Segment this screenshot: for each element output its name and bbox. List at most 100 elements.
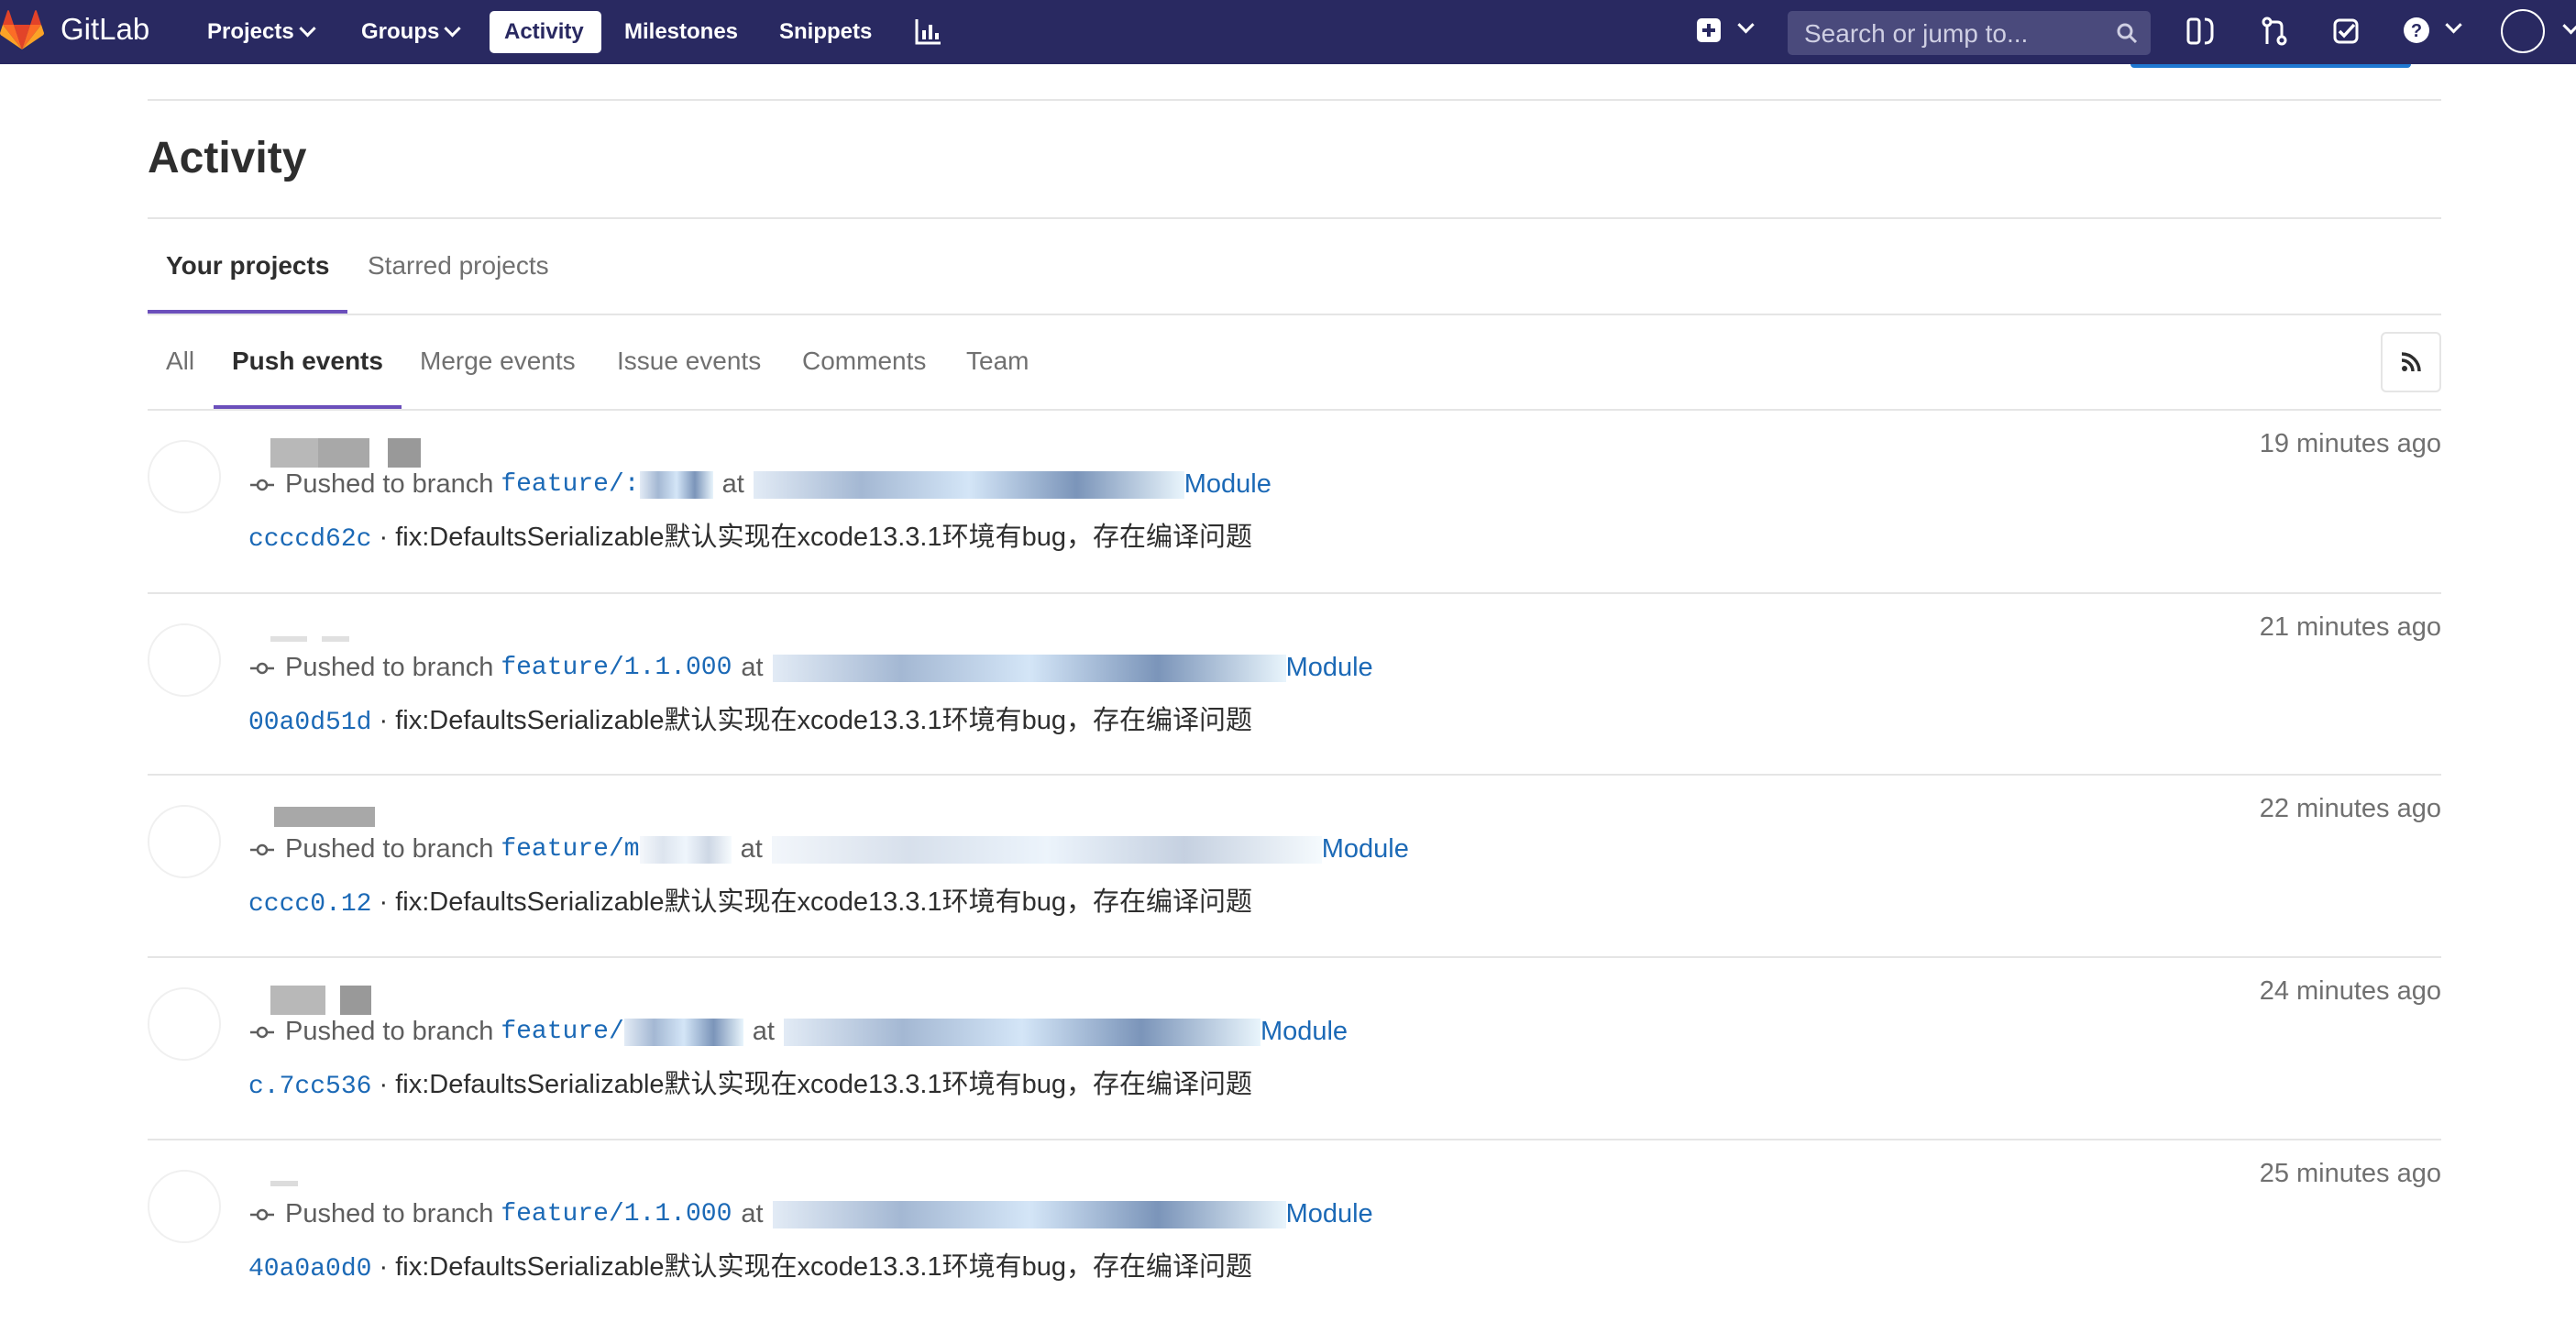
tab-starred-projects[interactable]: Starred projects	[349, 224, 567, 308]
at-label: at	[721, 469, 744, 499]
event-action: Pushed to branch	[285, 834, 494, 864]
event-action: Pushed to branch	[285, 1199, 494, 1228]
tab-push-events[interactable]: Push events	[214, 319, 402, 409]
event-action: Pushed to branch	[285, 1017, 494, 1046]
plus-square-icon	[1697, 18, 1721, 42]
chevron-down-icon	[1737, 17, 1755, 34]
commit-info: ccccd62c · fix:DefaultsSerializable默认实现在…	[248, 523, 1252, 554]
page-title: Activity	[148, 134, 307, 182]
avatar[interactable]	[148, 1170, 221, 1243]
commit-info: cccc0.12 · fix:DefaultsSerializable默认实现在…	[248, 887, 1252, 919]
branch-link[interactable]: feature/	[501, 1018, 623, 1046]
branch-link[interactable]: feature/1.1.000	[501, 1200, 732, 1228]
commit-info: c.7cc536 · fix:DefaultsSerializable默认实现在…	[248, 1070, 1252, 1101]
project-link[interactable]: Module	[1184, 469, 1271, 500]
branch-link[interactable]: feature/:	[501, 470, 639, 499]
commit-icon	[250, 662, 274, 674]
commit-message: fix:DefaultsSerializable默认实现在xcode13.3.1…	[395, 887, 1252, 917]
avatar[interactable]	[148, 805, 221, 878]
tab-all[interactable]: All	[148, 319, 213, 409]
event-time: 22 minutes ago	[2259, 794, 2441, 823]
search-box[interactable]	[1788, 11, 2151, 57]
event-row: Pushed to branch feature/ at Module c.7c…	[148, 958, 2441, 1140]
event-row: Pushed to branch feature/1.1.000 at Modu…	[148, 594, 2441, 776]
at-label: at	[752, 1017, 775, 1046]
help-icon: ?	[2404, 17, 2429, 43]
commit-sha-link[interactable]: c.7cc536	[248, 1073, 371, 1101]
merge-request-icon[interactable]	[2259, 16, 2290, 47]
commit-icon	[250, 479, 274, 490]
rss-feed-button[interactable]	[2381, 332, 2441, 392]
event-action: Pushed to branch	[285, 469, 494, 499]
divider	[148, 217, 2441, 219]
project-link[interactable]: Module	[1260, 1017, 1348, 1047]
nav-projects[interactable]: Projects	[193, 11, 328, 53]
event-action: Pushed to branch	[285, 653, 494, 682]
chevron-down-icon	[299, 20, 316, 38]
help-dropdown[interactable]: ?	[2402, 16, 2462, 47]
branch-link[interactable]: feature/m	[501, 835, 639, 864]
commit-icon	[250, 1208, 274, 1220]
nav-groups-label: Groups	[361, 19, 440, 44]
commit-message: fix:DefaultsSerializable默认实现在xcode13.3.1…	[395, 523, 1252, 552]
sidebar-toggle-icon[interactable]	[2185, 16, 2216, 47]
commit-sha-link[interactable]: 00a0d51d	[248, 709, 371, 737]
author-name-redacted[interactable]	[248, 798, 450, 834]
search-icon[interactable]	[2116, 22, 2138, 44]
event-row: Pushed to branch feature/m at Module ccc…	[148, 776, 2441, 957]
commit-icon	[250, 1026, 274, 1038]
new-dropdown[interactable]	[1696, 16, 1760, 47]
tab-your-projects[interactable]: Your projects	[148, 224, 348, 314]
partial-button-edge	[2130, 64, 2411, 68]
top-navbar: GitLab Projects Groups Activity Mileston…	[0, 0, 2576, 64]
chevron-down-icon	[2445, 17, 2462, 34]
project-link[interactable]: Module	[1286, 653, 1373, 683]
avatar[interactable]	[148, 987, 221, 1061]
event-time: 19 minutes ago	[2259, 429, 2441, 458]
nav-milestones[interactable]: Milestones	[610, 11, 753, 53]
tab-merge-events[interactable]: Merge events	[402, 319, 594, 403]
nav-milestones-label: Milestones	[624, 19, 739, 44]
project-link[interactable]: Module	[1286, 1199, 1373, 1229]
search-input[interactable]	[1802, 11, 2108, 57]
chart-icon[interactable]	[913, 16, 944, 47]
event-time: 21 minutes ago	[2259, 612, 2441, 642]
commit-message: fix:DefaultsSerializable默认实现在xcode13.3.1…	[395, 706, 1252, 735]
at-label: at	[740, 834, 763, 864]
event-row: Pushed to branch feature/: at Module ccc…	[148, 411, 2441, 592]
svg-text:?: ?	[2411, 21, 2422, 41]
gitlab-logo-icon[interactable]	[0, 9, 44, 53]
event-row: Pushed to branch feature/1.1.000 at Modu…	[148, 1140, 2441, 1322]
nav-groups[interactable]: Groups	[347, 11, 473, 53]
commit-info: 40a0a0d0 · fix:DefaultsSerializable默认实现在…	[248, 1252, 1252, 1283]
event-description: Pushed to branch feature/1.1.000 at Modu…	[250, 653, 1373, 683]
nav-projects-label: Projects	[207, 19, 294, 44]
at-label: at	[741, 1199, 764, 1228]
nav-activity-label: Activity	[504, 19, 584, 44]
todo-check-icon[interactable]	[2330, 16, 2361, 47]
tab-comments[interactable]: Comments	[784, 319, 944, 403]
avatar[interactable]	[148, 440, 221, 513]
project-link[interactable]: Module	[1322, 834, 1409, 865]
nav-activity[interactable]: Activity	[490, 11, 601, 53]
chevron-down-icon[interactable]	[2562, 17, 2576, 35]
author-name-redacted[interactable]	[248, 616, 450, 653]
commit-icon	[250, 843, 274, 855]
commit-sha-link[interactable]: cccc0.12	[248, 890, 371, 919]
divider	[148, 314, 2441, 315]
commit-sha-link[interactable]: ccccd62c	[248, 525, 371, 554]
tab-team[interactable]: Team	[948, 319, 1047, 403]
commit-message: fix:DefaultsSerializable默认实现在xcode13.3.1…	[395, 1070, 1252, 1099]
nav-snippets[interactable]: Snippets	[765, 11, 886, 53]
author-name-redacted[interactable]	[248, 433, 450, 469]
author-name-redacted[interactable]	[248, 1162, 450, 1199]
author-name-redacted[interactable]	[248, 980, 450, 1017]
avatar[interactable]	[148, 623, 221, 697]
commit-sha-link[interactable]: 40a0a0d0	[248, 1255, 371, 1283]
brand-name[interactable]: GitLab	[61, 12, 149, 47]
divider	[148, 99, 2441, 101]
branch-link[interactable]: feature/1.1.000	[501, 654, 732, 682]
user-avatar[interactable]	[2501, 9, 2545, 53]
tab-issue-events[interactable]: Issue events	[599, 319, 779, 403]
commit-info: 00a0d51d · fix:DefaultsSerializable默认实现在…	[248, 706, 1252, 737]
